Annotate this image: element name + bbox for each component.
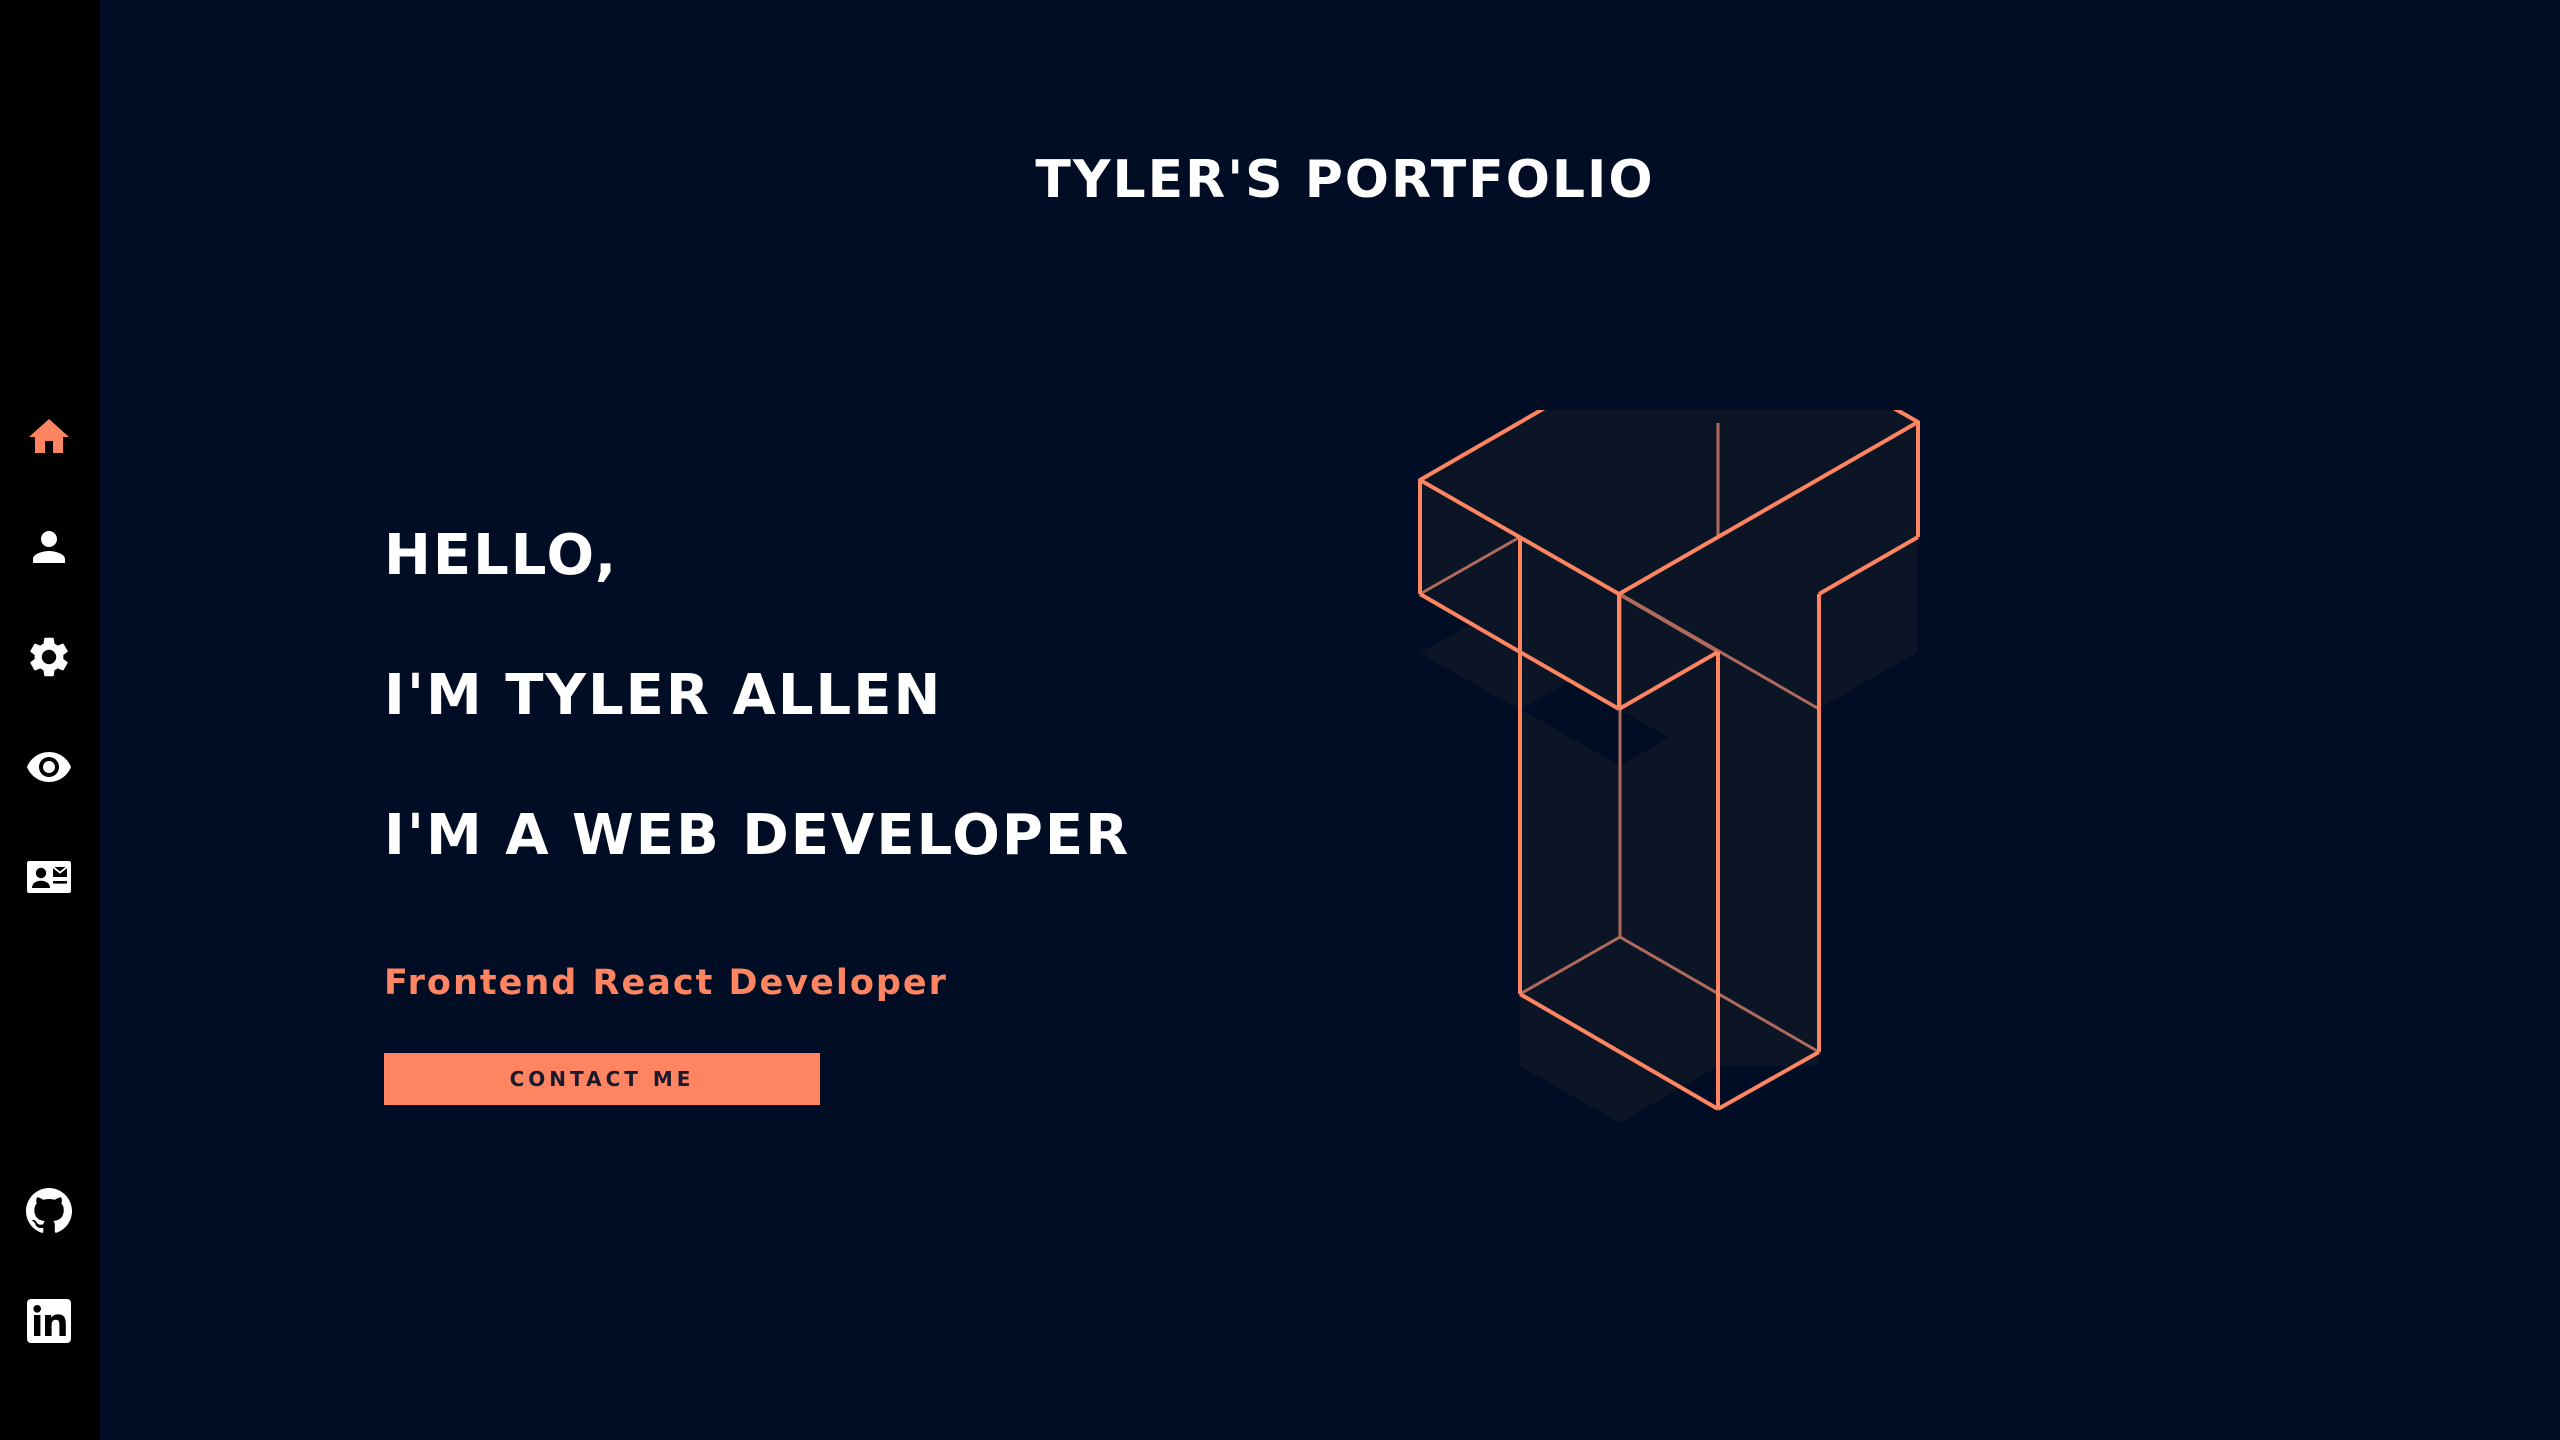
nav-skills[interactable] [20, 628, 78, 686]
contact-me-button[interactable]: CONTACT ME [384, 1053, 820, 1105]
nav-about[interactable] [20, 518, 78, 576]
social-linkedin[interactable] [20, 1292, 78, 1350]
hero-subtitle: Frontend React Developer [384, 963, 948, 1003]
eye-icon [27, 752, 71, 782]
contact-card-icon [27, 861, 71, 893]
home-icon [29, 419, 69, 453]
nav-home[interactable] [20, 408, 78, 466]
gear-icon [30, 637, 68, 677]
hero-role: I'M A WEB DEVELOPER [384, 803, 1131, 868]
main-content: TYLER'S PORTFOLIO HELLO, I'M TYLER ALLEN… [100, 0, 2560, 1440]
hero-greeting: HELLO, [384, 523, 619, 588]
social-github[interactable] [20, 1182, 78, 1240]
page-title: TYLER'S PORTFOLIO [1035, 150, 1655, 210]
sidebar [0, 0, 100, 1440]
linkedin-icon [27, 1299, 71, 1343]
hero-name: I'M TYLER ALLEN [384, 663, 943, 728]
isometric-t-logo [1418, 410, 1920, 1123]
nav-contact[interactable] [20, 848, 78, 906]
person-icon [33, 531, 65, 563]
nav-portfolio[interactable] [20, 738, 78, 796]
github-icon [26, 1188, 72, 1233]
